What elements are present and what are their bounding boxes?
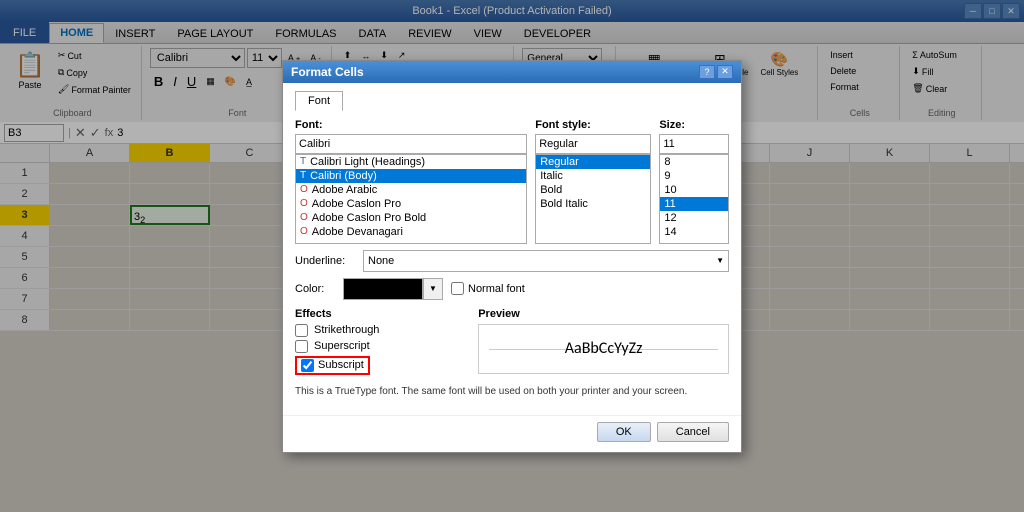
- cancel-button[interactable]: Cancel: [657, 422, 729, 442]
- font-icon-o4: O: [300, 226, 308, 237]
- strikethrough-row: Strikethrough: [295, 324, 462, 337]
- list-item[interactable]: O Adobe Caslon Pro Bold: [296, 211, 526, 225]
- color-picker[interactable]: [343, 278, 423, 300]
- font-style-list[interactable]: Regular Italic Bold Bold Italic: [535, 154, 651, 244]
- subscript-row: Subscript: [295, 356, 462, 375]
- font-list[interactable]: T Calibri Light (Headings) T Calibri (Bo…: [295, 154, 527, 244]
- list-item[interactable]: O Adobe Arabic: [296, 183, 526, 197]
- modal-overlay: Format Cells ? ✕ Font Font:: [0, 144, 1024, 512]
- font-size-list[interactable]: 8 9 10 11 12 14: [659, 154, 729, 244]
- format-cells-dialog: Format Cells ? ✕ Font Font:: [282, 144, 742, 453]
- color-label: Color:: [295, 283, 335, 295]
- effects-section: Effects Strikethrough Superscript: [295, 308, 462, 378]
- font-col: Font: T Calibri Light (Headings) T Calib…: [295, 144, 527, 244]
- dialog-footer: OK Cancel: [283, 415, 741, 452]
- preview-section: Preview AaBbCcYyZz: [478, 308, 729, 378]
- font-size-input[interactable]: [659, 144, 729, 154]
- app-container: Book1 - Excel (Product Activation Failed…: [0, 0, 1024, 512]
- list-item[interactable]: 12: [660, 211, 728, 225]
- list-item[interactable]: T Calibri (Body): [296, 169, 526, 183]
- list-item[interactable]: 10: [660, 183, 728, 197]
- effects-preview-row: Effects Strikethrough Superscript: [295, 308, 729, 386]
- font-icon-o2: O: [300, 198, 308, 209]
- superscript-label: Superscript: [314, 340, 370, 352]
- list-item[interactable]: Regular: [536, 155, 650, 169]
- font-icon-o3: O: [300, 212, 308, 223]
- font-icon-t: T: [300, 156, 306, 167]
- list-item[interactable]: Bold Italic: [536, 197, 650, 211]
- font-style-input[interactable]: [535, 144, 651, 154]
- ok-button[interactable]: OK: [597, 422, 651, 442]
- font-icon-o1: O: [300, 184, 308, 195]
- strikethrough-label: Strikethrough: [314, 324, 379, 336]
- subscript-checked-indicator: Subscript: [295, 356, 370, 375]
- preview-box: AaBbCcYyZz: [478, 324, 729, 374]
- list-item[interactable]: O Adobe Caslon Pro: [296, 197, 526, 211]
- info-text: This is a TrueType font. The same font w…: [295, 386, 729, 397]
- underline-value: None: [368, 255, 394, 267]
- normal-font-checkbox[interactable]: [451, 282, 464, 295]
- normal-font-checkbox-label[interactable]: Normal font: [451, 282, 525, 295]
- underline-row: Underline: None ▼: [295, 250, 729, 272]
- font-input[interactable]: [295, 144, 527, 154]
- list-item[interactable]: 11: [660, 197, 728, 211]
- underline-label: Underline:: [295, 255, 355, 267]
- color-row: Color: ▼ Normal font: [295, 278, 729, 300]
- font-style-size-row: Font: T Calibri Light (Headings) T Calib…: [295, 144, 729, 244]
- list-item[interactable]: 8: [660, 155, 728, 169]
- font-style-col: Font style: Regular Italic Bold Bold Ita…: [535, 144, 651, 244]
- list-item[interactable]: 9: [660, 169, 728, 183]
- strikethrough-checkbox[interactable]: [295, 324, 308, 337]
- underline-select[interactable]: None ▼: [363, 250, 729, 272]
- effects-label: Effects: [295, 308, 462, 320]
- subscript-checkbox[interactable]: [301, 359, 314, 372]
- color-dropdown-button[interactable]: ▼: [423, 278, 443, 300]
- preview-label: Preview: [478, 308, 729, 320]
- superscript-checkbox[interactable]: [295, 340, 308, 353]
- list-item[interactable]: O Adobe Devanagari: [296, 225, 526, 239]
- preview-text: AaBbCcYyZz: [565, 339, 643, 358]
- dialog-body: Font Font: T Calibri Light (Headings): [283, 144, 741, 415]
- list-item[interactable]: Italic: [536, 169, 650, 183]
- subscript-label: Subscript: [318, 359, 364, 371]
- list-item[interactable]: Bold: [536, 183, 650, 197]
- underline-dropdown-icon: ▼: [716, 256, 724, 265]
- list-item[interactable]: 14: [660, 225, 728, 239]
- font-icon-t2: T: [300, 170, 306, 181]
- font-size-col: Size: 8 9 10 11 12 14: [659, 144, 729, 244]
- superscript-row: Superscript: [295, 340, 462, 353]
- list-item[interactable]: T Calibri Light (Headings): [296, 155, 526, 169]
